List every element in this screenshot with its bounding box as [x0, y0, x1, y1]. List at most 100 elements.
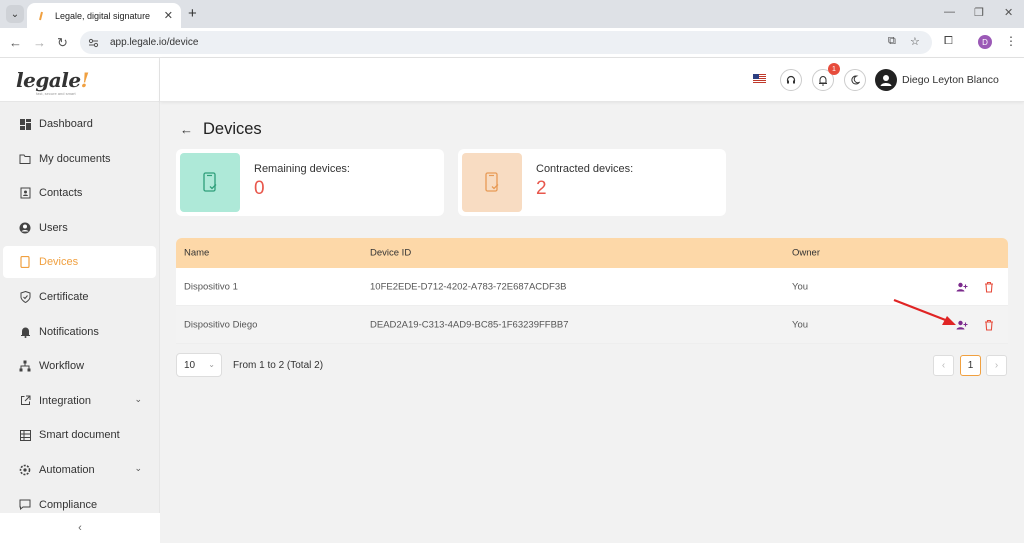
- tab-title: Legale, digital signature: [55, 10, 151, 21]
- stat-label: Remaining devices:: [254, 163, 350, 175]
- stat-value: 2: [536, 178, 547, 199]
- install-app-icon[interactable]: ⧉: [888, 35, 896, 48]
- bookmark-star-icon[interactable]: ☆: [910, 35, 920, 48]
- column-header-owner[interactable]: Owner: [792, 248, 820, 259]
- document-grid-icon: [19, 429, 31, 441]
- reload-icon[interactable]: ↻: [57, 35, 68, 51]
- remaining-devices-card: Remaining devices: 0: [176, 149, 444, 216]
- folder-icon: [19, 153, 31, 165]
- devices-table: Name Device ID Owner Dispositivo 1 10FE2…: [176, 238, 1008, 344]
- prev-page-button[interactable]: ‹: [933, 355, 954, 376]
- url-text: app.legale.io/device: [110, 37, 199, 48]
- chat-icon: [19, 499, 31, 511]
- logo-text: legale: [16, 67, 81, 92]
- sidebar-item-devices[interactable]: Devices: [3, 246, 156, 279]
- sidebar-item-label: Smart document: [39, 429, 120, 442]
- device-check-icon: [203, 171, 217, 192]
- profile-avatar[interactable]: D: [978, 35, 992, 49]
- shield-check-icon: [19, 290, 31, 303]
- page-header: ← Devices: [180, 120, 262, 139]
- table-row: Dispositivo Diego DEAD2A19-C313-4AD9-BC8…: [176, 306, 1008, 344]
- new-tab-plus-icon[interactable]: +: [188, 5, 197, 23]
- page-title: Devices: [203, 120, 262, 138]
- avatar[interactable]: [875, 69, 897, 91]
- stat-icon-box: [462, 153, 522, 212]
- table-header: Name Device ID Owner: [176, 238, 1008, 268]
- address-bar[interactable]: app.legale.io/device: [80, 31, 932, 54]
- sidebar-item-certificate[interactable]: Certificate: [3, 281, 156, 313]
- notification-badge: 1: [828, 63, 840, 75]
- sidebar-item-label: Users: [39, 221, 68, 234]
- pagination-info: From 1 to 2 (Total 2): [233, 360, 324, 371]
- sidebar-item-smart-document[interactable]: Smart document: [3, 419, 156, 451]
- sidebar-item-label: Certificate: [39, 290, 89, 303]
- sidebar-item-label: My documents: [39, 152, 111, 165]
- sidebar-item-label: Automation: [39, 463, 95, 476]
- bell-icon: [819, 75, 827, 86]
- us-flag-icon[interactable]: [753, 74, 766, 83]
- tab-close-icon[interactable]: ✕: [164, 9, 173, 22]
- assign-user-icon[interactable]: [956, 282, 968, 292]
- device-owner: You: [792, 281, 809, 292]
- device-id: DEAD2A19-C313-4AD9-BC85-1F63239FFBB7: [370, 319, 569, 330]
- sidebar-item-dashboard[interactable]: Dashboard: [3, 108, 156, 140]
- browser-menu-icon[interactable]: ⋮: [1005, 34, 1017, 48]
- headset-icon: [786, 75, 796, 84]
- sidebar-item-users[interactable]: Users: [3, 212, 156, 244]
- workflow-icon: [19, 360, 31, 372]
- device-name: Dispositivo 1: [184, 281, 238, 292]
- sidebar-item-notifications[interactable]: Notifications: [3, 316, 156, 348]
- chevron-down-icon[interactable]: ⌄: [134, 463, 142, 474]
- tablet-icon: [19, 256, 31, 269]
- next-page-button[interactable]: ›: [986, 355, 1007, 376]
- site-info-icon[interactable]: [88, 37, 100, 49]
- trash-icon[interactable]: [984, 319, 994, 330]
- sidebar-item-my-documents[interactable]: My documents: [3, 143, 156, 175]
- window-close-icon[interactable]: ✕: [1004, 6, 1013, 19]
- sidebar-collapse-button[interactable]: ‹: [0, 513, 160, 543]
- moon-icon: [851, 75, 860, 85]
- sidebar-item-integration[interactable]: Integration ⌄: [3, 385, 156, 417]
- address-book-icon: [19, 187, 31, 199]
- user-circle-icon: [19, 222, 31, 234]
- grid-icon: [19, 118, 31, 130]
- column-header-device-id[interactable]: Device ID: [370, 248, 411, 259]
- external-link-icon: [19, 395, 31, 407]
- support-headset-button[interactable]: [780, 69, 802, 91]
- browser-toolbar: ← → ↻ app.legale.io/device ⧉ ☆ ⧠: [0, 28, 1024, 58]
- stat-label: Contracted devices:: [536, 163, 634, 175]
- logo[interactable]: legale! fast, secure and smart: [0, 58, 159, 102]
- page-1-button[interactable]: 1: [960, 355, 981, 376]
- back-arrow-icon[interactable]: ←: [180, 122, 193, 137]
- sidebar: legale! fast, secure and smart Dashboard…: [0, 58, 160, 543]
- sidebar-item-label: Contacts: [39, 187, 83, 200]
- contracted-devices-card: Contracted devices: 2: [458, 149, 726, 216]
- restore-icon[interactable]: ❐: [974, 6, 984, 19]
- forward-icon[interactable]: →: [33, 35, 46, 51]
- extensions-puzzle-icon[interactable]: ⧠: [944, 35, 953, 48]
- sidebar-item-contacts[interactable]: Contacts: [3, 177, 156, 209]
- minimize-icon[interactable]: —: [944, 6, 955, 18]
- sidebar-item-automation[interactable]: Automation ⌄: [3, 454, 156, 486]
- annotation-arrow-icon: [893, 298, 956, 325]
- device-check-icon: [485, 171, 499, 192]
- user-name[interactable]: Diego Leyton Blanco: [902, 74, 999, 86]
- legale-favicon-icon: [35, 10, 47, 22]
- trash-icon[interactable]: [984, 281, 994, 292]
- device-owner: You: [792, 319, 809, 330]
- theme-toggle-button[interactable]: [844, 69, 866, 91]
- sidebar-item-label: Devices: [39, 256, 79, 269]
- page-size-value: 10: [184, 359, 196, 371]
- user-silhouette-icon: [880, 75, 892, 86]
- sidebar-item-label: Workflow: [39, 360, 85, 373]
- device-id: 10FE2EDE-D712-4202-A783-72E687ACDF3B: [370, 281, 567, 292]
- tab-search-chevron-icon[interactable]: ⌄: [6, 5, 24, 23]
- back-icon[interactable]: ←: [9, 35, 22, 51]
- page-size-select[interactable]: 10 ⌄: [176, 353, 222, 377]
- sidebar-item-workflow[interactable]: Workflow: [3, 350, 156, 382]
- browser-tab[interactable]: Legale, digital signature ✕: [27, 3, 181, 28]
- app-header: 1 Diego Leyton Blanco: [160, 58, 1024, 102]
- column-header-name[interactable]: Name: [184, 248, 209, 259]
- chevron-down-icon[interactable]: ⌄: [134, 394, 142, 405]
- bell-icon: [19, 326, 31, 338]
